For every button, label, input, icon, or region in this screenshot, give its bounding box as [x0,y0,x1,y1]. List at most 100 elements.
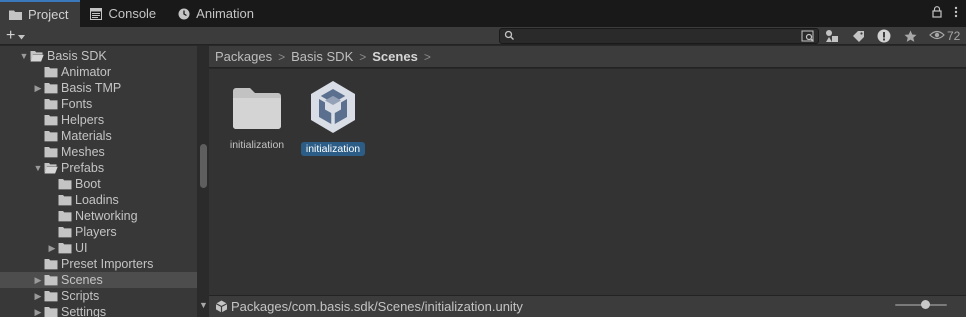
tree-item[interactable]: Networking [0,208,197,224]
breadcrumb-segment[interactable]: Scenes [372,49,418,64]
folder-icon [44,66,58,78]
folder-icon [44,274,58,286]
console-icon [89,7,102,20]
tab-label: Project [28,7,69,22]
tab-bar: Project Console Animation [0,0,966,27]
tree-item[interactable]: ▼ Prefabs [0,160,197,176]
folder-icon [58,194,72,206]
breadcrumb-separator: > [278,49,286,64]
unity-logo-icon [215,300,228,313]
favorites-star-icon[interactable] [901,27,919,45]
folder-icon [44,98,58,110]
asset-grid: initialization initialization [209,69,966,295]
toolbar-filter-buttons: 72 [823,27,960,45]
lock-icon[interactable] [932,6,942,21]
tree-item[interactable]: ▶ Basis TMP [0,80,197,96]
folder-icon [231,85,283,134]
tree-item[interactable]: ▶ Scenes [0,272,197,288]
folder-open-icon [44,162,58,174]
folder-icon [44,130,58,142]
tree-item[interactable]: ▶ Settings [0,304,197,317]
tree-item[interactable]: Preset Importers [0,256,197,272]
folder-icon [44,290,58,302]
tree-item-label: Prefabs [61,161,105,175]
folder-icon [44,146,58,158]
folder-icon [44,258,58,270]
scrollbar-thumb[interactable] [200,144,207,188]
folder-tree-scrollbar[interactable] [197,46,209,317]
tab-console[interactable]: Console [80,0,168,27]
more-options-icon[interactable] [954,6,958,21]
folder-icon [9,8,22,21]
asset-label: initialization [300,142,366,156]
filter-by-label-icon[interactable] [849,27,867,45]
tree-item-label: Basis TMP [61,81,122,95]
folder-icon [44,306,58,317]
project-toolbar: + 72 [0,27,966,45]
tree-item-label: Animator [61,65,112,79]
collapse-arrow-icon[interactable]: ▶ [32,272,44,288]
tree-item-label: Scripts [61,289,100,303]
search-by-type-icon[interactable] [801,29,815,43]
filter-by-type-icon[interactable] [823,27,841,45]
tree-item-label: Basis SDK [47,49,107,63]
icon-size-slider[interactable] [895,300,947,309]
search-input[interactable] [516,29,796,43]
tree-item[interactable]: Meshes [0,144,197,160]
collapse-arrow-icon[interactable]: ▶ [32,304,44,317]
tab-label: Console [108,6,157,21]
expand-arrow-icon[interactable]: ▼ [18,48,30,64]
plus-icon: + [6,27,16,44]
status-bar: Packages/com.basis.sdk/Scenes/initializa… [209,295,966,317]
breadcrumb-segment[interactable]: Packages [215,49,272,64]
tree-item-label: Helpers [61,113,105,127]
hidden-packages-toggle[interactable]: 72 [929,29,960,43]
search-icon [504,30,515,41]
asset-item-scene[interactable]: initialization [293,79,373,156]
animation-icon [177,7,190,20]
tree-item-label: Materials [61,129,112,143]
tree-item[interactable]: ▶ Scripts [0,288,197,304]
tree-item[interactable]: Players [0,224,197,240]
tab-label: Animation [196,6,254,21]
tab-project[interactable]: Project [0,0,81,27]
tree-item-label: Meshes [61,145,105,159]
tree-item[interactable]: Loadins [0,192,197,208]
breadcrumb-segment[interactable]: Basis SDK [291,49,353,64]
collapse-arrow-icon[interactable]: ▶ [46,240,58,256]
tab-animation[interactable]: Animation [168,0,266,27]
search-field[interactable] [499,28,819,44]
tree-item-label: Players [75,225,117,239]
collapse-arrow-icon[interactable]: ▶ [32,288,44,304]
tree-item[interactable]: ▼ Basis SDK [0,48,197,64]
tree-item-label: Loadins [75,193,119,207]
slider-knob[interactable] [921,300,930,309]
eye-icon [929,29,945,43]
collapse-caret-icon[interactable]: ▼ [199,300,208,310]
tree-item[interactable]: Materials [0,128,197,144]
tree-item-label: Networking [75,209,138,223]
tree-item-label: Preset Importers [61,257,154,271]
create-asset-button[interactable]: + [6,27,26,45]
tree-item[interactable]: Boot [0,176,197,192]
collapse-arrow-icon[interactable]: ▶ [32,80,44,96]
folder-icon [58,226,72,238]
folder-icon [58,242,72,254]
warning-filter-icon[interactable] [875,27,893,45]
expand-arrow-icon[interactable]: ▼ [32,160,44,176]
asset-item-folder[interactable]: initialization [217,85,297,152]
tree-item[interactable]: Animator [0,64,197,80]
tree-item[interactable]: Helpers [0,112,197,128]
tree-item[interactable]: Fonts [0,96,197,112]
tab-bar-actions [932,0,966,27]
tree-item[interactable]: ▶ UI [0,240,197,256]
breadcrumb: Packages > Basis SDK > Scenes > [209,46,966,68]
